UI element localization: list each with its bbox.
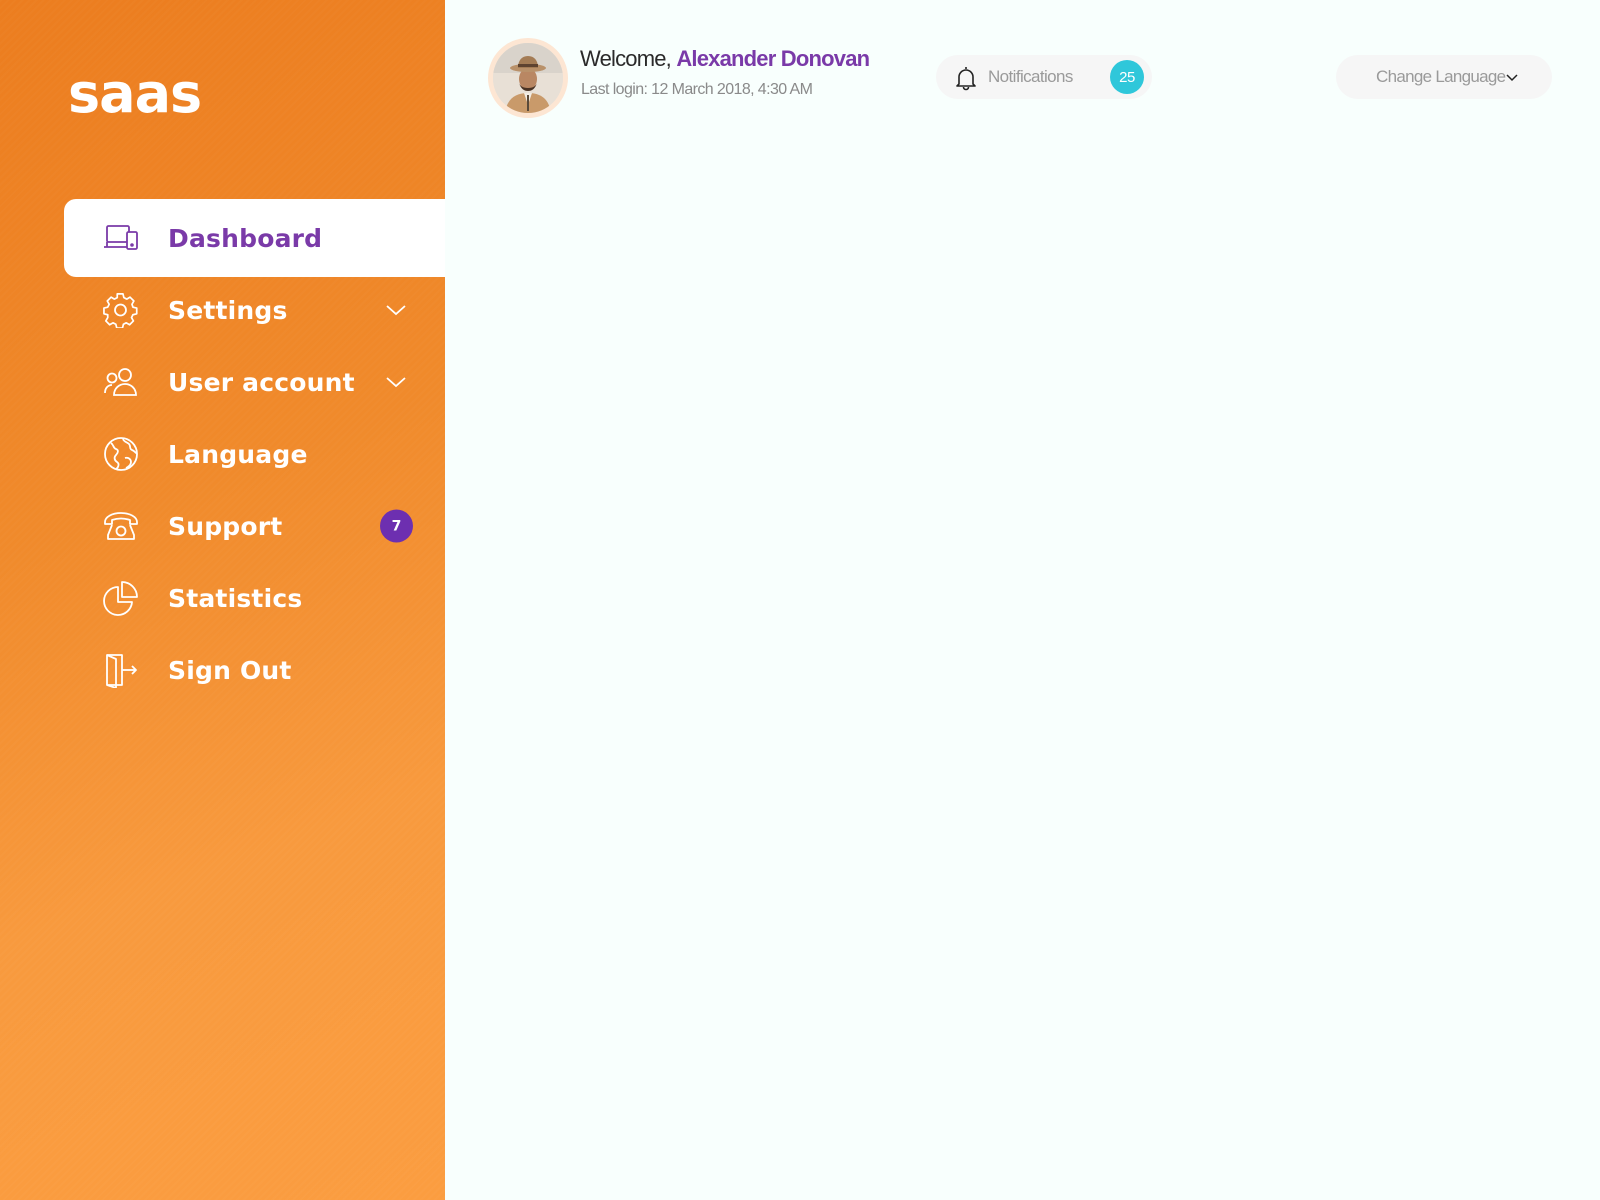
sidebar-item-user-account[interactable]: User account — [64, 343, 445, 421]
welcome-message: Welcome, Alexander Donovan — [580, 46, 870, 72]
sidebar: saas Dashboard Settings User account Lan… — [0, 0, 445, 1200]
sidebar-item-label: Dashboard — [168, 223, 323, 253]
sign-out-icon — [102, 651, 140, 689]
last-login: Last login: 12 March 2018, 4:30 AM — [581, 81, 813, 98]
gear-icon — [102, 291, 140, 329]
support-badge: 7 — [380, 509, 413, 543]
chevron-down-icon — [1506, 74, 1518, 82]
sidebar-item-language[interactable]: Language — [64, 415, 445, 493]
sidebar-item-label: Support — [168, 511, 283, 541]
chevron-down-icon[interactable] — [385, 375, 407, 389]
bell-icon — [956, 67, 976, 91]
sidebar-item-label: Language — [168, 439, 308, 469]
sidebar-item-label: Settings — [168, 295, 288, 325]
sidebar-item-label: Sign Out — [168, 655, 292, 685]
phone-icon — [102, 507, 140, 545]
avatar[interactable] — [488, 38, 568, 118]
sidebar-item-label: User account — [168, 367, 355, 397]
user-name[interactable]: Alexander Donovan — [676, 46, 870, 71]
sidebar-item-support[interactable]: Support 7 — [64, 487, 445, 565]
notifications-label: Notifications — [988, 67, 1073, 86]
globe-icon — [102, 435, 140, 473]
app-logo[interactable]: saas — [68, 62, 202, 125]
notifications-count-badge: 25 — [1110, 60, 1144, 94]
change-language-label: Change Language — [1376, 67, 1506, 86]
sidebar-item-label: Statistics — [168, 583, 303, 613]
sidebar-item-settings[interactable]: Settings — [64, 271, 445, 349]
sidebar-item-statistics[interactable]: Statistics — [64, 559, 445, 637]
sidebar-item-dashboard[interactable]: Dashboard — [64, 199, 445, 277]
welcome-prefix: Welcome, — [580, 46, 672, 71]
notifications-button[interactable]: Notifications 25 — [936, 55, 1152, 99]
change-language-dropdown[interactable]: Change Language — [1336, 55, 1552, 99]
devices-icon — [102, 219, 140, 257]
pie-chart-icon — [102, 579, 140, 617]
chevron-down-icon[interactable] — [385, 303, 407, 317]
avatar-portrait — [493, 43, 563, 113]
sidebar-nav: Dashboard Settings User account Language… — [64, 199, 445, 703]
sidebar-item-sign-out[interactable]: Sign Out — [64, 631, 445, 709]
users-icon — [102, 363, 140, 401]
